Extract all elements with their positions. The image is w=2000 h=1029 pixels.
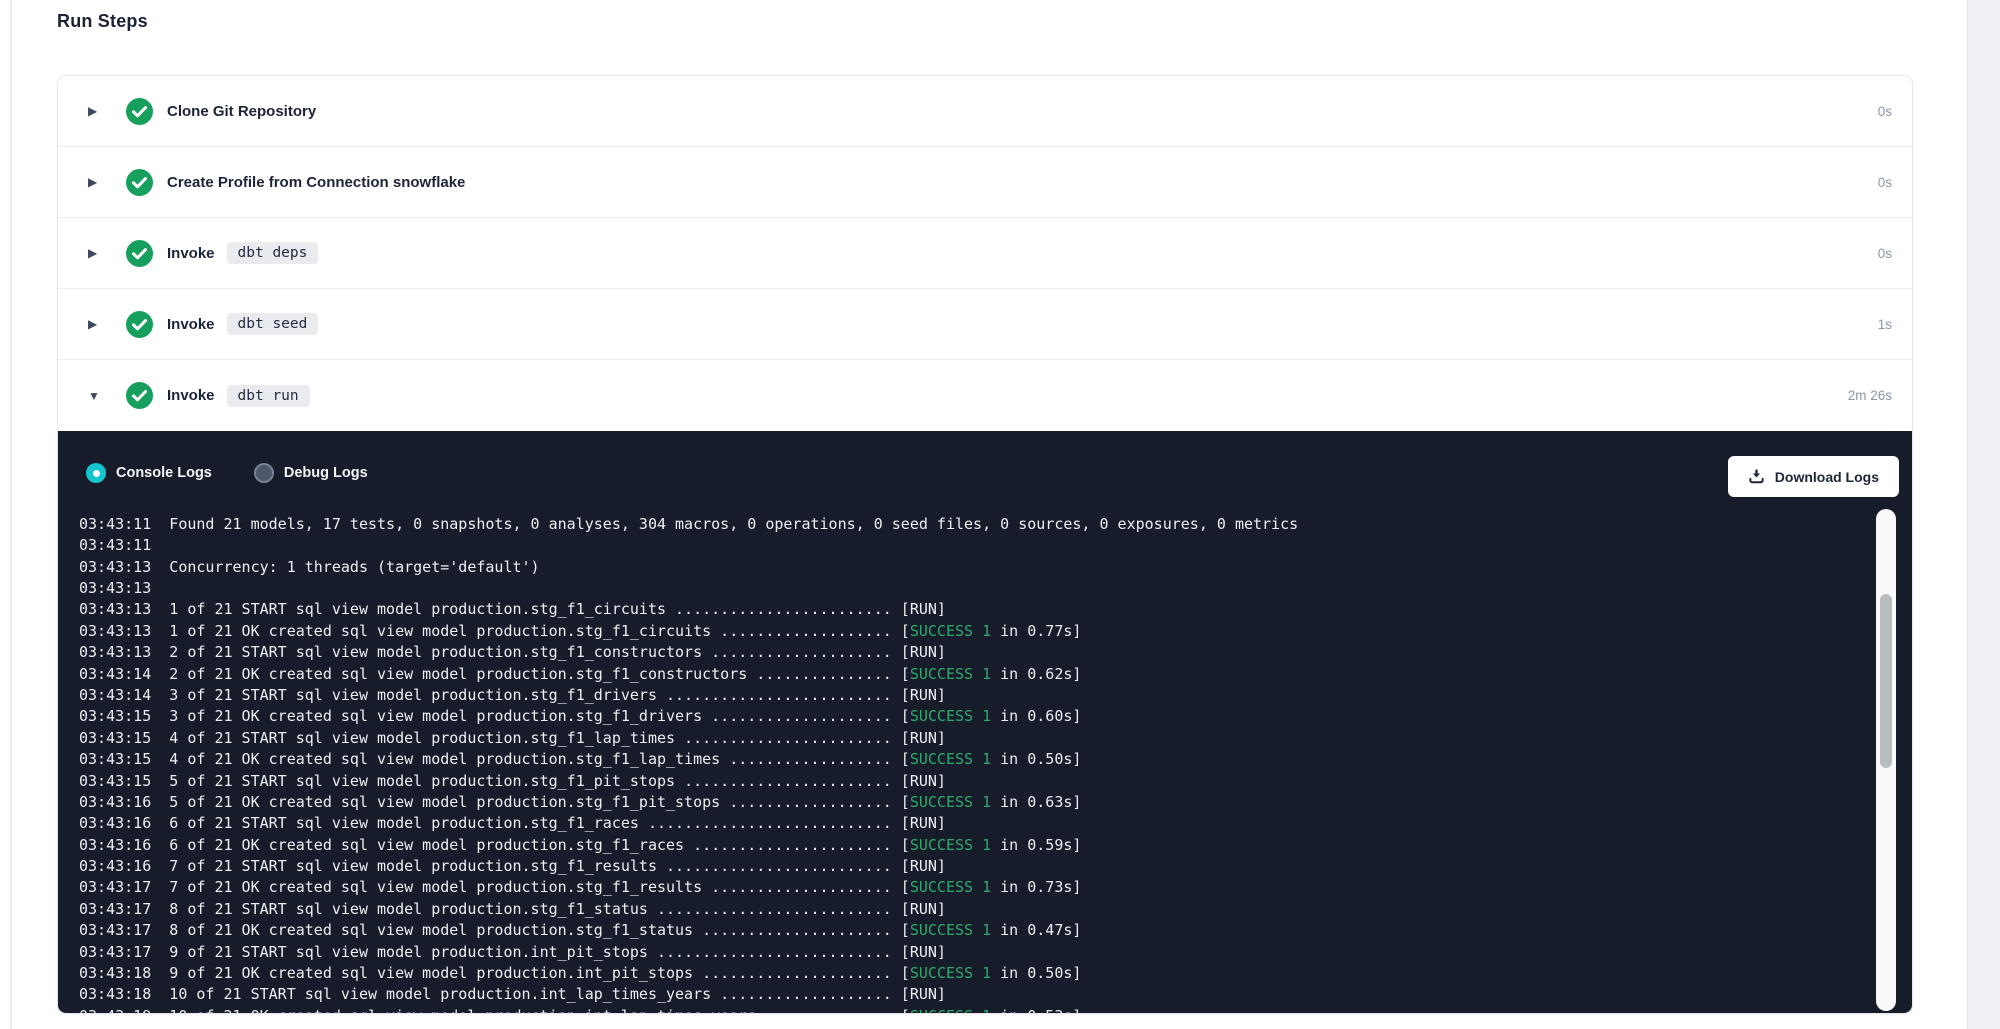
command-badge: dbt deps [227, 242, 319, 264]
log-line: 03:43:15 4 of 21 OK created sql view mod… [79, 749, 1849, 770]
log-line: 03:43:16 6 of 21 START sql view model pr… [79, 813, 1849, 834]
run-step-row-invoke-dbt-deps[interactable]: ▶ Invoke dbt deps 0s [58, 218, 1912, 289]
console-scrollbar[interactable] [1876, 509, 1896, 1011]
log-line: 03:43:19 10 of 21 OK created sql view mo… [79, 1006, 1849, 1014]
log-type-radio-group: Console Logs Debug Logs [86, 463, 410, 483]
tab-debug-logs[interactable]: Debug Logs [254, 463, 368, 483]
run-step-row-invoke-dbt-run[interactable]: ▼ Invoke dbt run 2m 26s [58, 360, 1912, 431]
page-title: Run Steps [57, 11, 148, 32]
success-check-icon [126, 382, 153, 409]
log-line: 03:43:17 8 of 21 START sql view model pr… [79, 899, 1849, 920]
command-badge: dbt run [227, 385, 310, 407]
success-check-icon [126, 169, 153, 196]
right-panel-strip [1967, 0, 2000, 1029]
step-duration: 1s [1878, 317, 1912, 332]
success-check-icon [126, 98, 153, 125]
tab-label: Debug Logs [284, 465, 368, 481]
page-left-divider [10, 0, 12, 1029]
log-line: 03:43:16 7 of 21 START sql view model pr… [79, 856, 1849, 877]
step-label: Clone Git Repository [167, 103, 316, 120]
log-line: 03:43:13 2 of 21 START sql view model pr… [79, 642, 1849, 663]
console-log-output: 03:43:11 Found 21 models, 17 tests, 0 sn… [79, 481, 1849, 1014]
success-status: SUCCESS 1 [910, 836, 991, 854]
step-label: Invoke [167, 387, 215, 404]
step-duration: 0s [1878, 175, 1912, 190]
console-panel: Console LogsDebug Logs Download Logs 03:… [58, 431, 1912, 1014]
success-status: SUCCESS 1 [910, 921, 991, 939]
radio-unselected-icon[interactable] [254, 463, 274, 483]
log-line: 03:43:13 Concurrency: 1 threads (target=… [79, 557, 1849, 578]
step-label: Invoke [167, 245, 215, 262]
run-steps-list: ▶ Clone Git Repository 0s ▶ Create Profile f… [58, 76, 1912, 431]
run-step-row-invoke-dbt-seed[interactable]: ▶ Invoke dbt seed 1s [58, 289, 1912, 360]
log-line: 03:43:13 1 of 21 START sql view model pr… [79, 599, 1849, 620]
success-status: SUCCESS 1 [910, 707, 991, 725]
chevron-right-icon[interactable]: ▶ [88, 176, 110, 188]
step-duration: 2m 26s [1848, 388, 1912, 403]
chevron-right-icon[interactable]: ▶ [88, 247, 110, 259]
log-line: 03:43:15 5 of 21 START sql view model pr… [79, 771, 1849, 792]
log-lines: 03:43:11 Found 21 models, 17 tests, 0 sn… [79, 514, 1849, 1014]
log-line: 03:43:16 6 of 21 OK created sql view mod… [79, 835, 1849, 856]
step-label: Create Profile from Connection snowflake [167, 174, 465, 191]
log-line: 03:43:14 3 of 21 START sql view model pr… [79, 685, 1849, 706]
log-line: 03:43:14 2 of 21 OK created sql view mod… [79, 664, 1849, 685]
success-status: SUCCESS 1 [910, 622, 991, 640]
log-line: 03:43:17 8 of 21 OK created sql view mod… [79, 920, 1849, 941]
chevron-right-icon[interactable]: ▶ [88, 105, 110, 117]
log-line: 03:43:11 Found 21 models, 17 tests, 0 sn… [79, 514, 1849, 535]
log-line: 03:43:17 9 of 21 START sql view model pr… [79, 942, 1849, 963]
run-steps-card: ▶ Clone Git Repository 0s ▶ Create Profile f… [57, 75, 1913, 1014]
log-line: 03:43:15 3 of 21 OK created sql view mod… [79, 706, 1849, 727]
success-status: SUCCESS 1 [910, 750, 991, 768]
radio-selected-icon[interactable] [86, 463, 106, 483]
log-line: 03:43:16 5 of 21 OK created sql view mod… [79, 792, 1849, 813]
success-status: SUCCESS 1 [910, 1007, 991, 1014]
log-line: 03:43:11 [79, 535, 1849, 556]
console-scrollbar-thumb[interactable] [1880, 594, 1892, 768]
step-label: Invoke [167, 316, 215, 333]
success-status: SUCCESS 1 [910, 964, 991, 982]
log-line: 03:43:13 1 of 21 OK created sql view mod… [79, 621, 1849, 642]
log-line: 03:43:15 4 of 21 START sql view model pr… [79, 728, 1849, 749]
run-step-row-create-profile-from-connection-snowflake[interactable]: ▶ Create Profile from Connection snowflak… [58, 147, 1912, 218]
log-line: 03:43:17 7 of 21 OK created sql view mod… [79, 877, 1849, 898]
success-check-icon [126, 311, 153, 338]
step-duration: 0s [1878, 104, 1912, 119]
run-step-row-clone-git-repository[interactable]: ▶ Clone Git Repository 0s [58, 76, 1912, 147]
command-badge: dbt seed [227, 313, 319, 335]
step-duration: 0s [1878, 246, 1912, 261]
tab-label: Console Logs [116, 465, 212, 481]
success-status: SUCCESS 1 [910, 665, 991, 683]
tab-console-logs[interactable]: Console Logs [86, 463, 212, 483]
success-status: SUCCESS 1 [910, 793, 991, 811]
log-line: 03:43:18 10 of 21 START sql view model p… [79, 984, 1849, 1005]
success-check-icon [126, 240, 153, 267]
success-status: SUCCESS 1 [910, 878, 991, 896]
log-line: 03:43:18 9 of 21 OK created sql view mod… [79, 963, 1849, 984]
log-line: 03:43:13 [79, 578, 1849, 599]
chevron-down-icon[interactable]: ▼ [88, 390, 110, 402]
chevron-right-icon[interactable]: ▶ [88, 318, 110, 330]
